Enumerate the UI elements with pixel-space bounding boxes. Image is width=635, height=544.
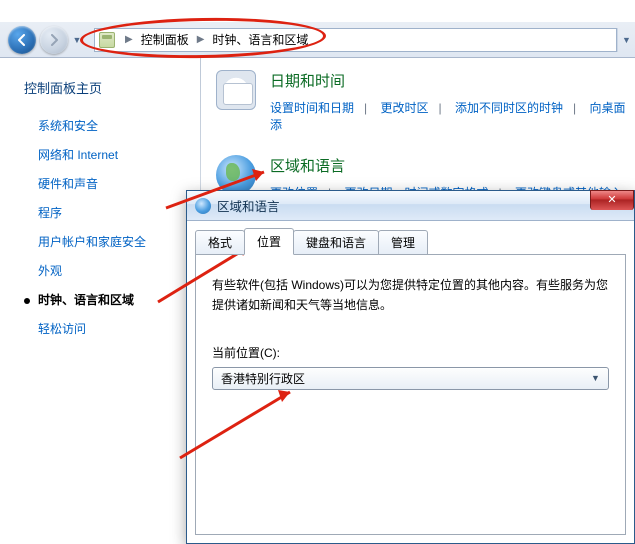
category-title[interactable]: 区域和语言	[270, 155, 635, 176]
sidebar-item-user-accounts[interactable]: 用户帐户和家庭安全	[24, 227, 200, 256]
breadcrumb-item[interactable]: 时钟、语言和区域	[210, 29, 310, 50]
address-dropdown[interactable]: ▼	[617, 28, 635, 52]
sidebar-item-programs[interactable]: 程序	[24, 198, 200, 227]
link-set-date-time[interactable]: 设置时间和日期	[270, 101, 354, 115]
arrow-right-icon	[48, 34, 60, 46]
category-title[interactable]: 日期和时间	[270, 70, 635, 91]
address-bar: ▼ ▶ 控制面板 ▶ 时钟、语言和区域 ▼	[0, 22, 635, 58]
left-nav-pane: 控制面板主页 系统和安全 网络和 Internet 硬件和声音 程序 用户帐户和…	[0, 58, 200, 544]
location-description: 有些软件(包括 Windows)可以为您提供特定位置的其他内容。有些服务为您提供…	[212, 275, 609, 316]
tab-administrative[interactable]: 管理	[378, 230, 428, 255]
link-add-clocks[interactable]: 添加不同时区的时钟	[455, 101, 563, 115]
category-date-time: 日期和时间 设置时间和日期| 更改时区| 添加不同时区的时钟| 向桌面添	[216, 70, 635, 133]
breadcrumb-item[interactable]: 控制面板	[139, 29, 191, 50]
globe-icon	[216, 155, 256, 195]
sidebar-item-hardware-sound[interactable]: 硬件和声音	[24, 169, 200, 198]
breadcrumb[interactable]: ▶ 控制面板 ▶ 时钟、语言和区域	[94, 28, 617, 52]
close-icon: ✕	[607, 194, 616, 206]
link-change-timezone[interactable]: 更改时区	[380, 101, 428, 115]
region-language-dialog: 区域和语言 ✕ 格式 位置 键盘和语言 管理 有些软件(包括 Windows)可…	[186, 190, 635, 544]
tab-keyboards-languages[interactable]: 键盘和语言	[293, 230, 379, 255]
nav-history-dropdown[interactable]: ▼	[70, 29, 84, 51]
sidebar-item-ease-of-access[interactable]: 轻松访问	[24, 314, 200, 343]
control-panel-icon	[99, 32, 115, 48]
sidebar-item-network[interactable]: 网络和 Internet	[24, 140, 200, 169]
close-button[interactable]: ✕	[590, 190, 634, 210]
arrow-left-icon	[16, 34, 28, 46]
sidebar-item-system-security[interactable]: 系统和安全	[24, 111, 200, 140]
current-location-combobox[interactable]: 香港特别行政区 ▼	[212, 367, 609, 390]
nav-forward-button[interactable]	[40, 26, 68, 54]
category-sublinks: 设置时间和日期| 更改时区| 添加不同时区的时钟| 向桌面添	[270, 99, 635, 133]
tab-location[interactable]: 位置	[244, 228, 294, 255]
chevron-right-icon: ▶	[119, 34, 139, 45]
chevron-right-icon: ▶	[191, 34, 211, 45]
current-location-label: 当前位置(C):	[212, 344, 609, 361]
sidebar-item-appearance[interactable]: 外观	[24, 256, 200, 285]
clock-icon	[216, 70, 256, 110]
control-panel-home-link[interactable]: 控制面板主页	[24, 78, 200, 97]
sidebar-item-clock-language-region[interactable]: 时钟、语言和区域	[24, 285, 200, 314]
chevron-down-icon: ▼	[587, 373, 604, 383]
bullet-icon	[24, 298, 30, 304]
globe-icon	[195, 198, 211, 214]
combobox-value: 香港特别行政区	[221, 370, 587, 387]
dialog-body: 格式 位置 键盘和语言 管理 有些软件(包括 Windows)可以为您提供特定位…	[187, 221, 634, 543]
dialog-title: 区域和语言	[217, 196, 280, 215]
tab-formats[interactable]: 格式	[195, 230, 245, 255]
dialog-tabs: 格式 位置 键盘和语言 管理	[195, 231, 626, 255]
tab-panel-location: 有些软件(包括 Windows)可以为您提供特定位置的其他内容。有些服务为您提供…	[195, 255, 626, 535]
dialog-titlebar[interactable]: 区域和语言 ✕	[187, 191, 634, 221]
nav-back-button[interactable]	[8, 26, 36, 54]
sidebar-item-label: 时钟、语言和区域	[38, 293, 134, 307]
